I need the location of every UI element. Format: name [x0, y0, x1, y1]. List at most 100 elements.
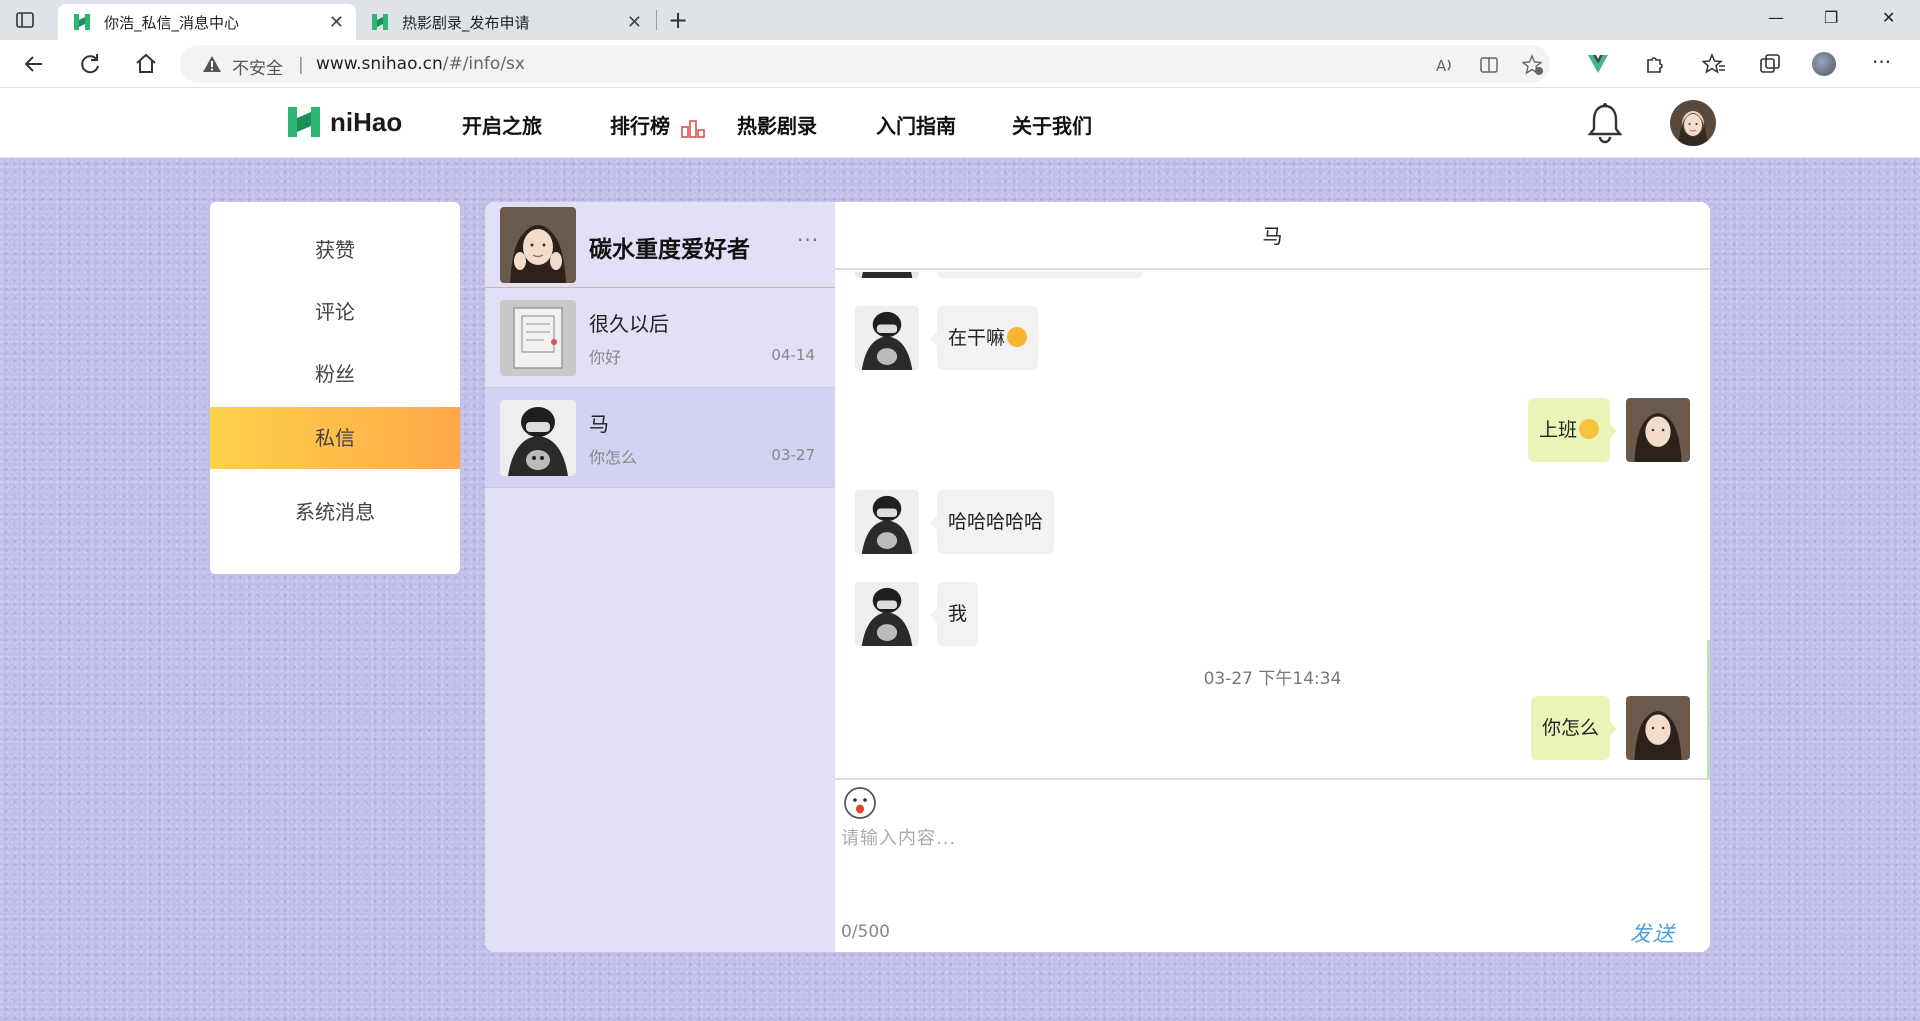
conversation-date: 03-27: [771, 446, 815, 464]
tab-separator: [656, 10, 657, 30]
nav-about[interactable]: 关于我们: [1012, 110, 1092, 139]
nav-hot-films[interactable]: 热影剧录: [737, 110, 817, 139]
warning-icon[interactable]: [202, 55, 222, 73]
self-avatar: [1626, 696, 1690, 760]
conversation-item[interactable]: 很久以后 你好 04-14: [485, 288, 835, 388]
current-user-avatar: [500, 207, 576, 283]
extensions-icon[interactable]: [1642, 52, 1666, 76]
emoji-picker-icon[interactable]: [843, 786, 877, 820]
security-label: 不安全: [232, 59, 283, 79]
favorites-icon[interactable]: [1702, 52, 1726, 76]
browser-tab-publish[interactable]: 热影剧录_发布申请 ✕: [356, 4, 654, 40]
other-avatar: [855, 490, 919, 554]
message-composer: 0/500 发送: [835, 782, 1710, 952]
message-text: 我: [948, 603, 968, 625]
other-avatar: [855, 272, 919, 278]
site-logo[interactable]: niHao: [286, 104, 402, 140]
nihao-logo-icon: [288, 107, 320, 137]
home-icon[interactable]: [132, 50, 160, 78]
svg-text:A: A: [1436, 57, 1447, 75]
menu-item-likes[interactable]: 获赞: [210, 219, 460, 281]
conversation-list: 碳水重度爱好者 ··· 很久以后 你好 04-14 马 你怎么 03-27: [485, 202, 835, 952]
conversation-name: 很久以后: [589, 312, 669, 336]
tab-actions-icon[interactable]: [14, 9, 36, 31]
conversation-date: 04-14: [771, 346, 815, 364]
collections-icon[interactable]: [1758, 52, 1782, 76]
menu-item-system-messages[interactable]: 系统消息: [210, 481, 460, 543]
conversation-preview: 你好: [589, 348, 622, 367]
message-bubble-other: 哈哈哈哈哈: [929, 490, 1055, 554]
add-favorite-icon[interactable]: [1522, 54, 1544, 76]
conversation-avatar: [500, 400, 576, 476]
split-screen-icon[interactable]: [1478, 54, 1500, 76]
message-text: 在干嘛: [948, 327, 1006, 349]
conversation-preview: 你怎么: [589, 448, 638, 467]
current-user-header: 碳水重度爱好者 ···: [485, 202, 835, 288]
menu-item-fans[interactable]: 粉丝: [210, 343, 460, 405]
message-bubble-partial: [937, 272, 1143, 278]
send-button[interactable]: 发送: [1630, 918, 1676, 948]
message-text: 哈哈哈哈哈: [948, 511, 1044, 533]
nihao-favicon: [74, 14, 90, 30]
other-avatar: [855, 306, 919, 370]
other-avatar: [855, 582, 919, 646]
menu-item-private-messages[interactable]: 私信: [210, 407, 460, 469]
kiss-emoji-icon: [1007, 326, 1028, 347]
close-tab-icon[interactable]: ✕: [627, 12, 642, 33]
message-list[interactable]: 在干嘛 上班 哈哈哈哈哈 我 03-27 下午14:34 你怎么: [835, 272, 1710, 780]
chat-panel: 碳水重度爱好者 ··· 很久以后 你好 04-14 马 你怎么 03-27 马 …: [485, 202, 1710, 952]
chat-window: 马 在干嘛 上班 哈哈哈哈哈 我 03-27 下午14:34 你怎么 请输入内容…: [835, 202, 1710, 952]
leaderboard-badge-icon: [681, 119, 705, 138]
vue-devtools-icon[interactable]: [1586, 52, 1610, 76]
message-input[interactable]: [841, 824, 1701, 904]
browser-tab-messages[interactable]: 你浩_私信_消息中心 ✕: [58, 4, 356, 40]
message-text: 你怎么: [1541, 717, 1599, 739]
message-bubble-other: 在干嘛: [929, 306, 1039, 370]
nav-leaderboard-label: 排行榜: [610, 114, 670, 138]
minimize-icon[interactable]: —: [1768, 8, 1784, 27]
yum-emoji-icon: [1579, 418, 1599, 439]
current-user-name: 碳水重度爱好者: [589, 237, 750, 263]
address-bar[interactable]: 不安全 | www.snihao.cn/#/info/sx A: [180, 45, 1550, 83]
url-path: /#/info/sx: [442, 54, 525, 74]
profile-avatar[interactable]: [1812, 52, 1836, 76]
close-window-icon[interactable]: ✕: [1882, 8, 1895, 27]
conversation-name: 马: [589, 412, 609, 436]
url-host: www.snihao.cn: [316, 54, 443, 74]
char-counter: 0/500: [841, 922, 890, 942]
reload-icon[interactable]: [76, 50, 104, 78]
url-text[interactable]: www.snihao.cn/#/info/sx: [316, 54, 525, 74]
self-avatar: [1626, 398, 1690, 462]
conversation-avatar: [500, 300, 576, 376]
close-tab-icon[interactable]: ✕: [329, 12, 344, 33]
more-menu-icon[interactable]: ···: [1872, 52, 1896, 76]
message-text: 上班: [1538, 419, 1577, 441]
message-center-menu: 获赞 评论 粉丝 私信 系统消息: [210, 202, 460, 574]
site-header: niHao 开启之旅 排行榜 热影剧录 入门指南 关于我们: [0, 88, 1920, 158]
new-tab-icon[interactable]: +: [668, 6, 688, 34]
menu-item-comments[interactable]: 评论: [210, 281, 460, 343]
user-avatar[interactable]: [1670, 100, 1716, 146]
read-aloud-icon[interactable]: A: [1434, 54, 1456, 76]
restore-icon[interactable]: ❐: [1824, 8, 1838, 27]
back-icon[interactable]: [20, 50, 48, 78]
conversation-item[interactable]: 马 你怎么 03-27: [485, 388, 835, 488]
tab-title: 你浩_私信_消息中心: [104, 13, 240, 32]
nav-start-journey[interactable]: 开启之旅: [462, 110, 542, 139]
bell-icon[interactable]: [1586, 102, 1624, 144]
message-bubble-self: 上班: [1527, 398, 1618, 462]
message-bubble-other: 我: [929, 582, 979, 646]
nav-leaderboard[interactable]: 排行榜: [610, 110, 705, 139]
message-bubble-self: 你怎么: [1530, 696, 1618, 760]
url-divider: |: [298, 55, 304, 75]
message-scrollbar[interactable]: [1707, 640, 1710, 778]
nav-guide[interactable]: 入门指南: [876, 110, 956, 139]
nihao-favicon: [372, 14, 388, 30]
message-timestamp: 03-27 下午14:34: [1203, 669, 1342, 689]
logo-text: niHao: [330, 106, 403, 137]
browser-tab-bar: 你浩_私信_消息中心 ✕ 热影剧录_发布申请 ✕ + — ❐ ✕: [0, 0, 1920, 40]
tab-title: 热影剧录_发布申请: [402, 13, 530, 32]
more-options-icon[interactable]: ···: [797, 228, 819, 252]
chat-title: 马: [835, 202, 1710, 270]
browser-toolbar: 不安全 | www.snihao.cn/#/info/sx A ···: [0, 40, 1920, 88]
